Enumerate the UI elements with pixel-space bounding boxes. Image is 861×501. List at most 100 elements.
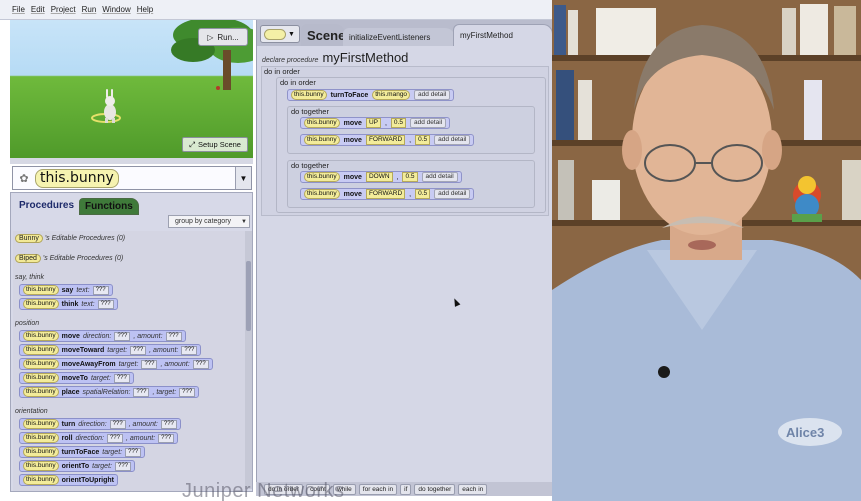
editable-label: 's Editable Procedures (0) [42, 255, 124, 262]
tab-scene[interactable]: Scene [301, 24, 345, 46]
tab-procedures[interactable]: Procedures [14, 198, 80, 215]
target-chip: this.bunny [23, 461, 59, 471]
add-detail-button[interactable]: add detail [409, 118, 447, 128]
panel-splitter[interactable] [10, 158, 253, 164]
method-name-title: myFirstMethod [322, 50, 409, 65]
arg-placeholder: ??? [97, 299, 114, 309]
tab-functions[interactable]: Functions [79, 198, 139, 215]
procedures-scrollbar[interactable] [245, 231, 252, 489]
direction-chip[interactable]: FORWARD [365, 135, 406, 145]
proc-think[interactable]: this.bunny think text: ??? [19, 298, 118, 310]
inner-do-in-order-label: do in order [280, 78, 316, 87]
stmt-move-up[interactable]: this.bunny move UP , 0.5 add detail [300, 117, 451, 129]
arg-label: , target: [152, 388, 177, 396]
menu-run[interactable]: Run [82, 5, 97, 14]
type-badge[interactable]: Bunny [15, 234, 43, 243]
do-together-block[interactable]: do together this.bunny move UP , 0.5 add… [287, 106, 535, 154]
method-name: turnToFace [330, 91, 369, 99]
target-chip: this.bunny [23, 359, 59, 369]
menu-help[interactable]: Help [137, 5, 153, 14]
proc-move-toward[interactable]: this.bunny moveToward target: ??? , amou… [19, 344, 202, 356]
setup-scene-button[interactable]: ⤢ Setup Scene [182, 137, 248, 152]
tab-my-first-method[interactable]: myFirstMethod [453, 24, 553, 46]
type-badge[interactable]: Biped [15, 254, 41, 263]
ctrl-each-in[interactable]: each in [458, 483, 488, 495]
proc-turn[interactable]: this.bunny turn direction: ??? , amount:… [19, 418, 181, 430]
do-together-block[interactable]: do together this.bunny move DOWN , 0.5 a… [287, 160, 535, 208]
direction-chip[interactable]: DOWN [365, 172, 393, 182]
inner-do-in-order-block[interactable]: do in order this.bunny turnToFace this.m… [276, 77, 546, 213]
editable-procedures-bunny: Bunny 's Editable Procedures (0) [15, 234, 125, 243]
stmt-move-down[interactable]: this.bunny move DOWN , 0.5 add detail [300, 171, 462, 183]
menu-edit[interactable]: Edit [31, 5, 45, 14]
menu-file[interactable]: File [12, 5, 25, 14]
target-chip: this.bunny [304, 135, 340, 145]
target-chip: this.bunny [23, 475, 59, 485]
method-name: moveAwayFrom [61, 360, 116, 368]
object-selector[interactable]: ✿ this.bunny ▼ [12, 166, 252, 190]
arg-chip[interactable]: this.mango [372, 90, 411, 100]
do-together-label: do together [291, 107, 329, 116]
direction-chip[interactable]: UP [365, 118, 381, 128]
do-together-label: do together [291, 161, 329, 170]
target-chip: this.bunny [23, 419, 59, 429]
stmt-turn-to-face[interactable]: this.bunny turnToFace this.mango add det… [287, 89, 455, 101]
add-detail-button[interactable]: add detail [434, 189, 471, 199]
expand-icon: ⤢ [189, 139, 196, 149]
arg-label: target: [102, 448, 123, 456]
target-chip: this.bunny [291, 90, 327, 100]
amount-chip[interactable]: 0.5 [415, 189, 431, 199]
arg-label: direction: [82, 332, 112, 340]
chevron-down-icon[interactable]: ▼ [235, 167, 251, 189]
menu-project[interactable]: Project [51, 5, 76, 14]
ctrl-if[interactable]: if [400, 483, 412, 495]
proc-place[interactable]: this.bunny place spatialRelation: ??? , … [19, 386, 200, 398]
code-editor: ▼ Scene initializeEventListeners myFirst… [256, 20, 553, 496]
bunny-model[interactable] [90, 86, 130, 126]
amount-chip[interactable]: 0.5 [390, 118, 406, 128]
arg-placeholder: ??? [141, 359, 158, 369]
setup-scene-label: Setup Scene [198, 140, 241, 149]
add-detail-button[interactable]: add detail [421, 172, 458, 182]
proc-move-to[interactable]: this.bunny moveTo target: ??? [19, 372, 134, 384]
type-selector[interactable]: ▼ [260, 25, 300, 43]
proc-turn-to-face[interactable]: this.bunny turnToFace target: ??? [19, 446, 146, 458]
add-detail-button[interactable]: add detail [414, 90, 451, 100]
stmt-move-forward-2[interactable]: this.bunny move FORWARD , 0.5 add detail [300, 188, 475, 200]
comma-separator: , [384, 119, 387, 127]
method-name: move [343, 136, 362, 144]
proc-roll[interactable]: this.bunny roll direction: ??? , amount:… [19, 432, 179, 444]
arg-placeholder: ??? [160, 419, 177, 429]
proc-move-away-from[interactable]: this.bunny moveAwayFrom target: ??? , am… [19, 358, 213, 370]
amount-chip[interactable]: 0.5 [402, 172, 418, 182]
arg-placeholder: ??? [114, 461, 131, 471]
arg-label: target: [92, 462, 112, 470]
proc-orient-to-upright[interactable]: this.bunny orientToUpright [19, 474, 119, 486]
method-name: roll [61, 434, 73, 442]
target-chip: this.bunny [23, 447, 59, 457]
menu-bar: File Edit Project Run Window Help [0, 0, 552, 20]
webcam-feed: Alice3 [552, 0, 861, 501]
editor-tab-bar: ▼ Scene initializeEventListeners myFirst… [257, 20, 553, 46]
run-button[interactable]: ▷ Run... [198, 28, 248, 46]
scrollbar-thumb[interactable] [246, 261, 251, 331]
amount-chip[interactable]: 0.5 [415, 135, 431, 145]
comma-separator: , [409, 190, 412, 198]
proc-move[interactable]: this.bunny move direction: ??? , amount:… [19, 330, 186, 342]
scene-view[interactable]: ▷ Run... ⤢ Setup Scene [10, 20, 253, 158]
proc-orient-to[interactable]: this.bunny orientTo target: ??? [19, 460, 135, 472]
stmt-move-forward-1[interactable]: this.bunny move FORWARD , 0.5 add detail [300, 134, 475, 146]
tab-initialize-event-listeners[interactable]: initializeEventListeners [343, 28, 455, 46]
method-name: moveTo [61, 374, 88, 382]
ctrl-for-each-in[interactable]: for each in [358, 483, 398, 495]
ctrl-do-together[interactable]: do together [414, 483, 456, 495]
do-in-order-label: do in order [264, 67, 300, 76]
method-name: think [61, 300, 79, 308]
menu-window[interactable]: Window [102, 5, 130, 14]
presenter-image: Alice3 [552, 0, 861, 501]
do-in-order-block[interactable]: do in order do in order this.bunny turnT… [261, 66, 549, 216]
direction-chip[interactable]: FORWARD [365, 189, 406, 199]
group-by-dropdown[interactable]: group by category ▼ [168, 215, 250, 228]
proc-say[interactable]: this.bunny say text: ??? [19, 284, 113, 296]
add-detail-button[interactable]: add detail [434, 135, 471, 145]
